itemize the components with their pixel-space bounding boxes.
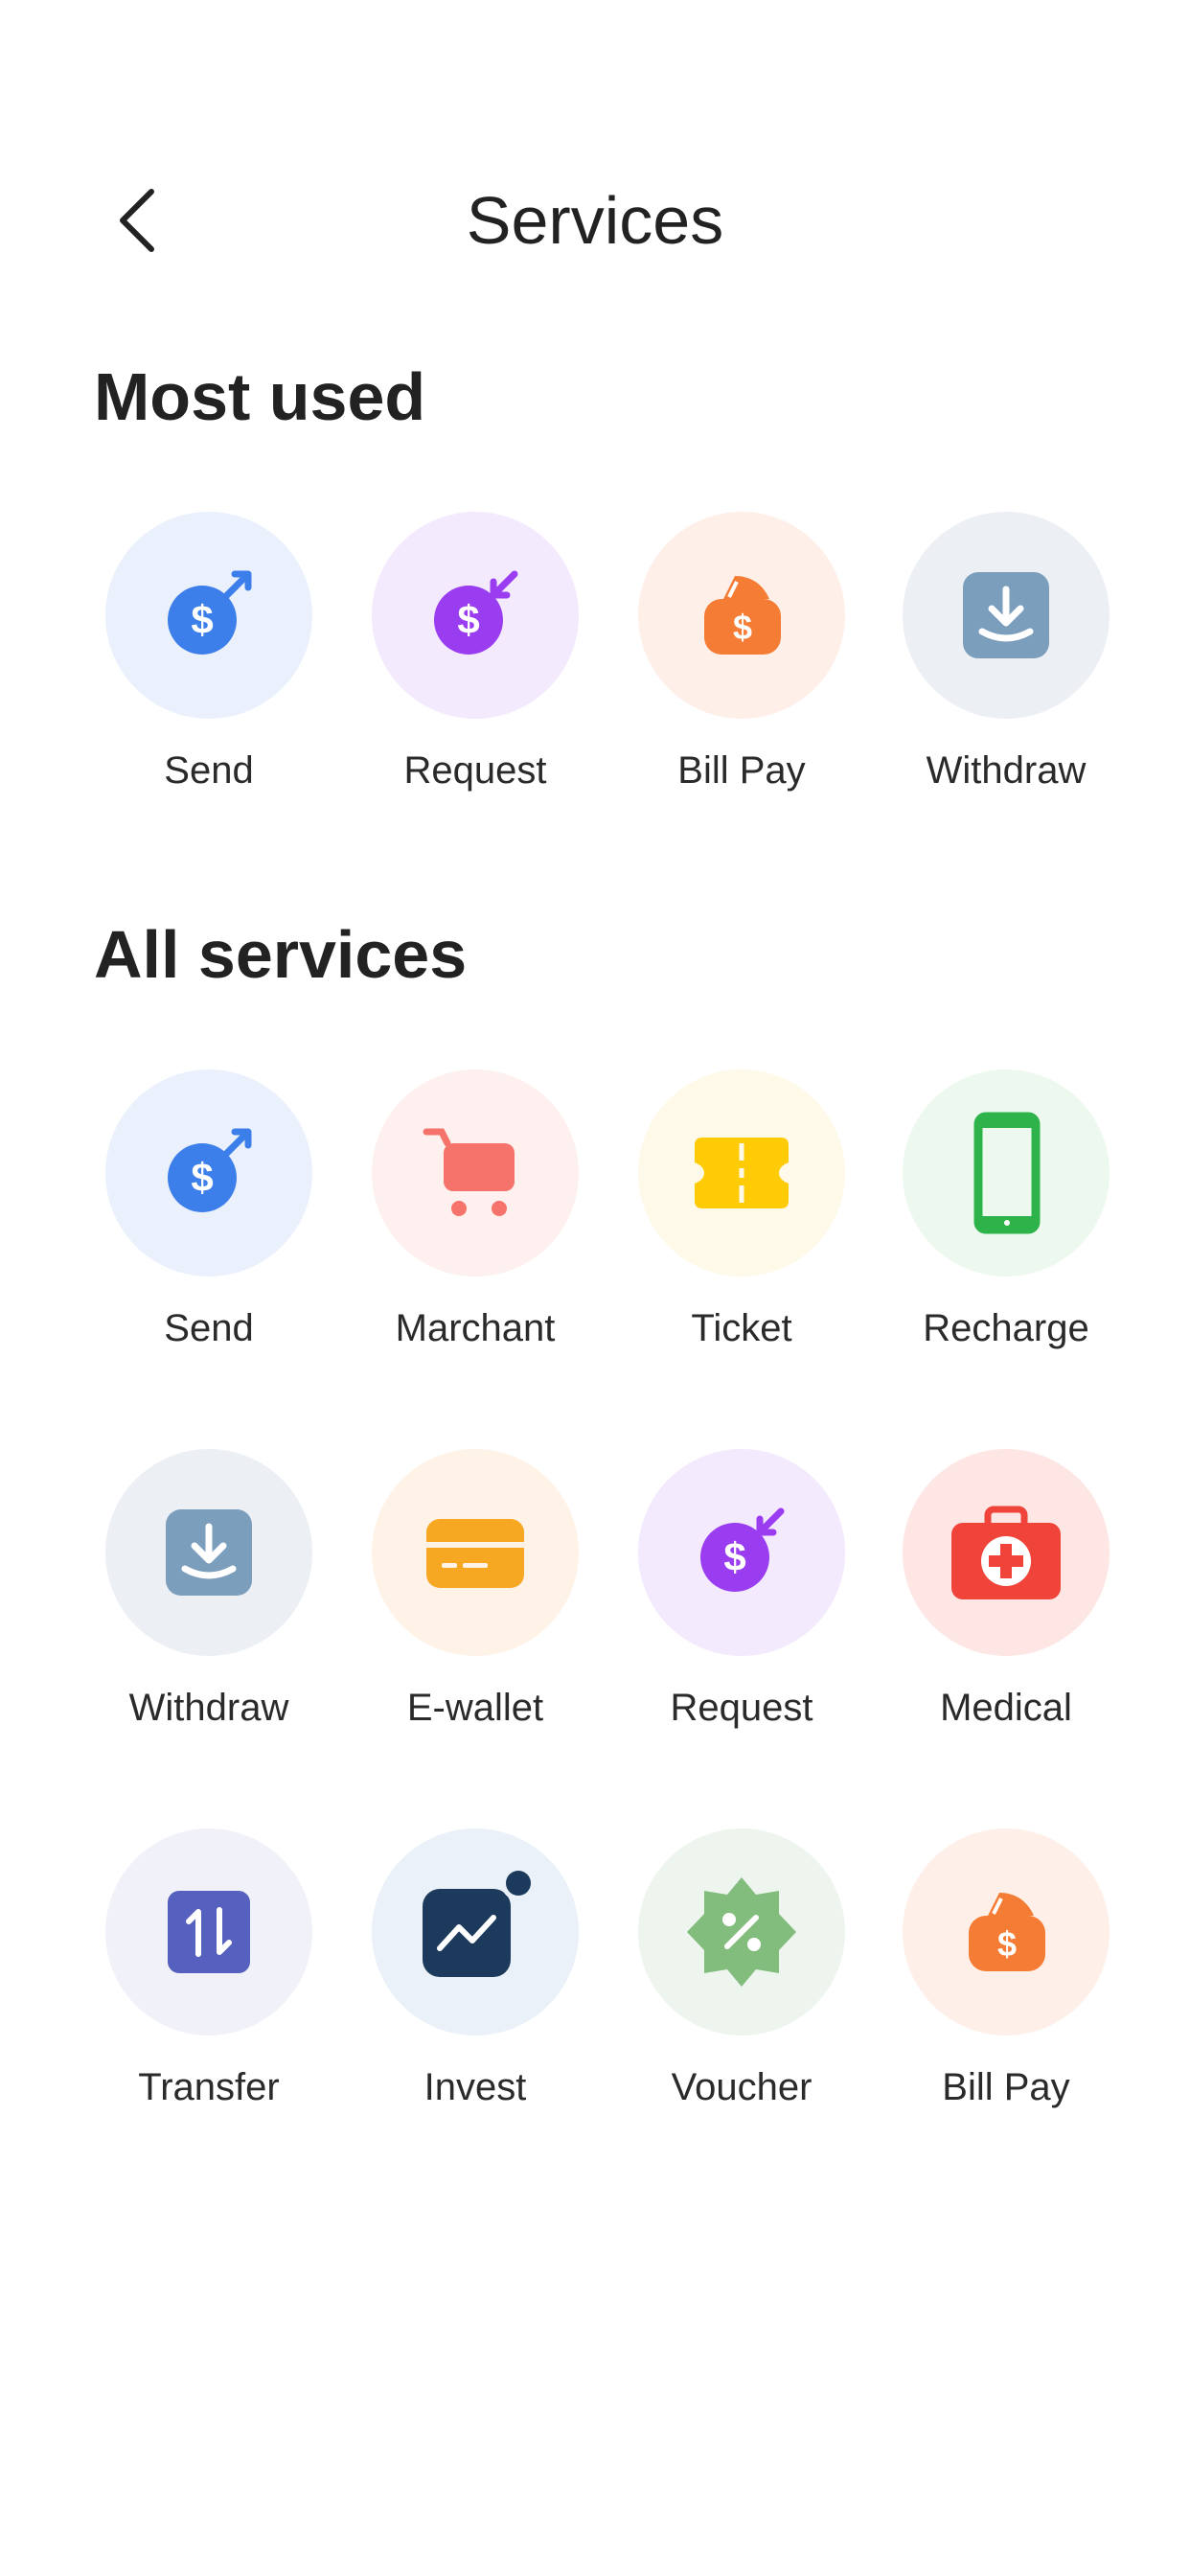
shopping-cart-icon bbox=[372, 1070, 579, 1276]
page-title: Services bbox=[466, 183, 724, 258]
svg-text:$: $ bbox=[457, 597, 479, 642]
service-medical[interactable]: Medical bbox=[891, 1449, 1121, 1736]
service-label: Medical bbox=[940, 1687, 1072, 1729]
request-money-icon: $ bbox=[372, 512, 579, 719]
svg-text:$: $ bbox=[191, 597, 213, 642]
invest-chart-icon bbox=[372, 1828, 579, 2036]
service-label: Withdraw bbox=[128, 1687, 289, 1729]
all-services-title: All services bbox=[94, 917, 468, 992]
service-request[interactable]: $ Request bbox=[627, 1449, 857, 1736]
transfer-arrows-icon bbox=[105, 1828, 312, 2036]
service-voucher[interactable]: Voucher bbox=[627, 1828, 857, 2116]
service-label: E-wallet bbox=[406, 1687, 544, 1729]
svg-text:$: $ bbox=[997, 1924, 1017, 1964]
svg-text:$: $ bbox=[733, 608, 752, 647]
service-withdraw[interactable]: Withdraw bbox=[94, 1449, 324, 1736]
service-send[interactable]: $ Send bbox=[94, 1070, 324, 1357]
service-bill-pay[interactable]: $ Bill Pay bbox=[891, 1828, 1121, 2116]
service-withdraw[interactable]: Withdraw bbox=[891, 512, 1121, 799]
service-request[interactable]: $ Request bbox=[360, 512, 590, 799]
ticket-icon bbox=[638, 1070, 845, 1276]
voucher-discount-icon bbox=[638, 1828, 845, 2036]
service-marchant[interactable]: Marchant bbox=[360, 1070, 590, 1357]
service-recharge[interactable]: Recharge bbox=[891, 1070, 1121, 1357]
most-used-title: Most used bbox=[94, 359, 426, 434]
withdraw-icon bbox=[105, 1449, 312, 1656]
send-money-icon: $ bbox=[105, 512, 312, 719]
service-label: Bill Pay bbox=[942, 2066, 1070, 2108]
mobile-phone-icon bbox=[903, 1070, 1110, 1276]
svg-text:$: $ bbox=[191, 1155, 213, 1200]
header: Services bbox=[0, 163, 1190, 278]
service-transfer[interactable]: Transfer bbox=[94, 1828, 324, 2116]
service-invest[interactable]: Invest bbox=[360, 1828, 590, 2116]
service-label: Recharge bbox=[923, 1307, 1089, 1349]
svg-text:$: $ bbox=[723, 1534, 745, 1579]
service-label: Ticket bbox=[691, 1307, 792, 1349]
service-label: Marchant bbox=[395, 1307, 556, 1349]
bill-pay-icon: $ bbox=[638, 512, 845, 719]
medical-kit-icon bbox=[903, 1449, 1110, 1656]
service-label: Bill Pay bbox=[677, 749, 806, 792]
service-e-wallet[interactable]: E-wallet bbox=[360, 1449, 590, 1736]
card-wallet-icon bbox=[372, 1449, 579, 1656]
service-label: Transfer bbox=[138, 2066, 280, 2108]
service-label: Send bbox=[164, 1307, 254, 1349]
service-ticket[interactable]: Ticket bbox=[627, 1070, 857, 1357]
bill-pay-icon: $ bbox=[903, 1828, 1110, 2036]
service-label: Invest bbox=[423, 2066, 527, 2108]
service-label: Voucher bbox=[671, 2066, 812, 2108]
service-label: Request bbox=[670, 1687, 813, 1729]
request-money-icon: $ bbox=[638, 1449, 845, 1656]
service-send[interactable]: $ Send bbox=[94, 512, 324, 799]
service-label: Request bbox=[403, 749, 547, 792]
service-bill-pay[interactable]: $ Bill Pay bbox=[627, 512, 857, 799]
withdraw-icon bbox=[903, 512, 1110, 719]
service-label: Send bbox=[164, 749, 254, 792]
send-money-icon: $ bbox=[105, 1070, 312, 1276]
service-label: Withdraw bbox=[926, 749, 1087, 792]
